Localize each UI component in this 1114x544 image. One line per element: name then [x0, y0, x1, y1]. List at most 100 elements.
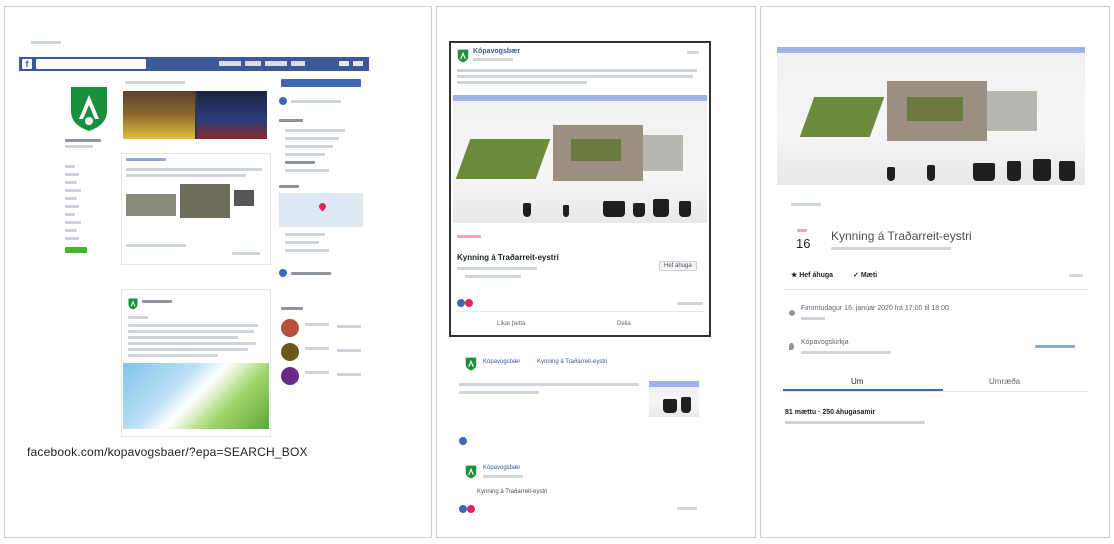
more-options-icon[interactable]	[687, 51, 699, 54]
like-reaction-icon	[457, 299, 465, 307]
url-caption: facebook.com/kopavogsbaer/?epa=SEARCH_BO…	[27, 445, 308, 459]
interested-button[interactable]: ★ Hef áhuga	[791, 271, 833, 279]
send-message-button[interactable]	[281, 79, 361, 87]
post-text-line	[457, 81, 587, 84]
nav-item[interactable]	[65, 197, 77, 200]
shared-thumbnail[interactable]	[649, 381, 699, 417]
info-line	[285, 153, 325, 156]
post-line	[128, 348, 248, 351]
post-line	[128, 330, 254, 333]
render-shadow	[603, 201, 625, 217]
nav-item[interactable]	[65, 181, 77, 184]
location-map[interactable]	[279, 193, 363, 227]
nav-item[interactable]	[65, 229, 77, 232]
render-lawn	[799, 97, 885, 137]
card-line	[126, 174, 246, 177]
info-line	[285, 241, 319, 244]
facebook-logo-icon[interactable]: f	[22, 59, 32, 69]
going-button[interactable]: ✓ Mæti	[853, 271, 877, 279]
post-author	[142, 300, 172, 303]
info-line	[285, 137, 339, 140]
liked-page-name[interactable]	[305, 347, 329, 350]
event-detail-screenshot: 16 Kynning á Traðarreit-eystri ★ Hef áhu…	[760, 6, 1110, 538]
nav-friends[interactable]	[291, 61, 305, 66]
liked-page-avatar[interactable]	[281, 367, 299, 385]
second-page-name[interactable]: Kópavogsbær	[483, 465, 520, 471]
render-courtyard	[571, 139, 621, 161]
event-cover-render[interactable]	[453, 95, 707, 223]
render-shadow	[563, 205, 569, 217]
post-line	[128, 354, 218, 357]
shares-count[interactable]	[677, 507, 697, 510]
nav-item[interactable]	[65, 213, 75, 216]
info-line	[291, 100, 341, 103]
nav-home[interactable]	[245, 61, 261, 66]
card-action[interactable]	[232, 252, 260, 255]
search-input[interactable]	[36, 59, 146, 69]
page-avatar-icon	[465, 357, 477, 371]
nav-messenger[interactable]	[339, 61, 349, 66]
liked-page-name[interactable]	[305, 323, 329, 326]
cover-photo[interactable]	[123, 91, 267, 139]
render-left	[126, 194, 176, 216]
shared-event-title[interactable]: Kynning á Traðarreit-eystri	[537, 359, 607, 365]
kopavogur-shield-logo	[71, 87, 107, 131]
tab-about[interactable]: Um	[851, 377, 863, 386]
render-shadow	[887, 167, 895, 181]
love-reaction-icon	[467, 505, 475, 513]
like-page-button[interactable]	[337, 325, 361, 328]
shared-text-line	[459, 383, 639, 386]
event-location[interactable]: Kópavogskirkja	[801, 339, 848, 346]
interested-button[interactable]: Hef áhuga	[659, 261, 697, 271]
render-shadow	[663, 399, 677, 413]
show-map-link[interactable]	[1035, 345, 1075, 348]
event-title[interactable]: Kynning á Traðarreit-eystri	[457, 253, 559, 262]
render-right	[180, 184, 230, 218]
like-page-button[interactable]	[337, 373, 361, 376]
info-line	[285, 145, 333, 148]
event-time: Fimmtudagur 16. janúar 2020 frá 17:00 ti…	[801, 305, 949, 312]
like-page-button[interactable]	[337, 349, 361, 352]
liked-page-name[interactable]	[305, 371, 329, 374]
nav-item[interactable]	[65, 189, 81, 192]
create-page-button[interactable]	[65, 247, 87, 253]
nav-profile[interactable]	[219, 61, 241, 66]
event-cover-render[interactable]	[777, 47, 1085, 185]
tab-discussion[interactable]: Umræða	[989, 377, 1020, 386]
post-line	[128, 342, 256, 345]
render-shadow	[633, 203, 645, 217]
nav-item[interactable]	[65, 165, 75, 168]
info-line	[285, 249, 329, 252]
post-illustration[interactable]	[123, 363, 269, 429]
nav-item[interactable]	[65, 205, 79, 208]
nav-item[interactable]	[65, 237, 79, 240]
more-options-icon[interactable]	[1069, 274, 1083, 277]
render-shadow	[1033, 159, 1051, 181]
event-date	[457, 235, 481, 238]
card-line	[126, 168, 262, 171]
share-button[interactable]: Deila	[617, 321, 631, 327]
event-post-card[interactable]: Kópavogsbær Kynning á Traðarreit-eystri …	[449, 41, 711, 337]
shares-count[interactable]	[677, 302, 703, 305]
attendance-stats[interactable]: 81 mættu · 250 áhugasamir	[785, 409, 875, 416]
page-name[interactable]: Kópavogsbær	[473, 48, 520, 55]
event-title: Kynning á Traðarreit-eystri	[831, 229, 972, 243]
page-avatar-icon	[457, 49, 469, 63]
nav-item[interactable]	[65, 221, 81, 224]
liked-page-avatar[interactable]	[281, 319, 299, 337]
card-title	[126, 158, 166, 161]
nav-create[interactable]	[265, 61, 287, 66]
event-card[interactable]	[121, 153, 271, 265]
interested-label: Hef áhuga	[799, 272, 834, 279]
second-event-title[interactable]: Kynning á Traðarreit-eystri	[477, 489, 547, 495]
like-button[interactable]: Líkar þetta	[497, 321, 525, 327]
render-shadow	[973, 163, 995, 181]
cover-photo-right	[197, 91, 267, 139]
page-tabs[interactable]	[125, 81, 185, 84]
post-line	[128, 316, 148, 319]
nav-item[interactable]	[65, 173, 79, 176]
like-reaction-icon	[459, 437, 467, 445]
shared-page-name[interactable]: Kópavogsbær	[483, 359, 520, 365]
nav-notifications[interactable]	[353, 61, 363, 66]
liked-page-avatar[interactable]	[281, 343, 299, 361]
